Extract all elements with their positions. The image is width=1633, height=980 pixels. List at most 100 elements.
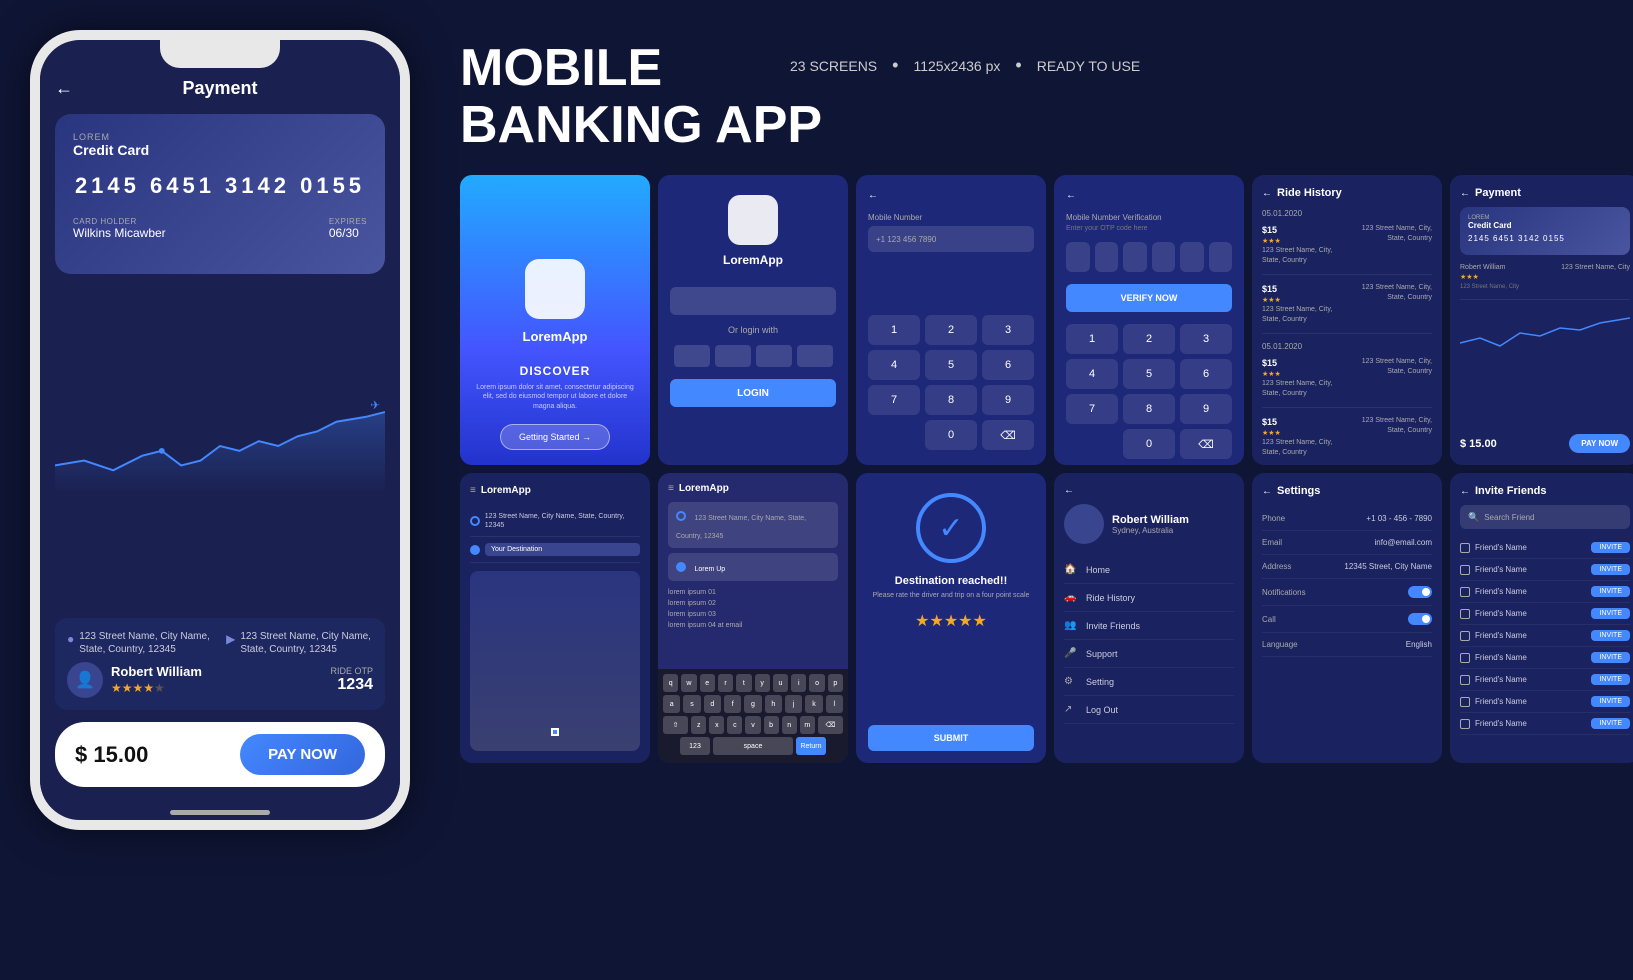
list-to-row[interactable]: Your Destination bbox=[470, 537, 640, 563]
menu-support[interactable]: 🎤 Support bbox=[1064, 640, 1234, 668]
invite-btn-6[interactable]: INVITE bbox=[1591, 652, 1630, 663]
menu-home[interactable]: 🏠 Home bbox=[1064, 556, 1234, 584]
invite-btn-1[interactable]: INVITE bbox=[1591, 542, 1630, 553]
otp-box-4[interactable] bbox=[1152, 242, 1176, 272]
v-numpad-8[interactable]: 8 bbox=[1123, 394, 1175, 424]
invite-back[interactable]: ← bbox=[1460, 486, 1470, 497]
mobile-input[interactable]: +1 123 456 7890 bbox=[868, 226, 1034, 252]
key-t[interactable]: t bbox=[736, 674, 751, 692]
v-numpad-7[interactable]: 7 bbox=[1066, 394, 1118, 424]
suggestion-3[interactable]: lorem ipsum 03 bbox=[668, 611, 838, 618]
invite-btn-7[interactable]: INVITE bbox=[1591, 674, 1630, 685]
login-button[interactable]: LOGIN bbox=[670, 379, 836, 407]
menu-setting[interactable]: ⚙ Setting bbox=[1064, 668, 1234, 696]
verify-button[interactable]: VERIFY NOW bbox=[1066, 284, 1232, 312]
key-e[interactable]: e bbox=[700, 674, 715, 692]
mini-pay-button[interactable]: PAY NOW bbox=[1569, 434, 1630, 453]
key-p[interactable]: p bbox=[828, 674, 843, 692]
ride-history-back[interactable]: ← bbox=[1262, 188, 1272, 199]
friend-6-checkbox[interactable] bbox=[1460, 653, 1470, 663]
social-btn-3[interactable] bbox=[756, 345, 792, 367]
numpad-3[interactable]: 3 bbox=[982, 315, 1034, 345]
friend-2-checkbox[interactable] bbox=[1460, 565, 1470, 575]
social-btn-2[interactable] bbox=[715, 345, 751, 367]
numpad-9[interactable]: 9 bbox=[982, 385, 1034, 415]
map-kb-hamburger[interactable]: ≡ bbox=[668, 483, 674, 494]
menu-ride-history[interactable]: 🚗 Ride History bbox=[1064, 584, 1234, 612]
key-s[interactable]: s bbox=[683, 695, 700, 713]
key-a[interactable]: a bbox=[663, 695, 680, 713]
key-i[interactable]: i bbox=[791, 674, 806, 692]
numpad-5[interactable]: 5 bbox=[925, 350, 977, 380]
key-123[interactable]: 123 bbox=[680, 737, 710, 755]
numpad-6[interactable]: 6 bbox=[982, 350, 1034, 380]
social-btn-1[interactable] bbox=[674, 345, 710, 367]
v-numpad-6[interactable]: 6 bbox=[1180, 359, 1232, 389]
call-toggle[interactable] bbox=[1408, 613, 1432, 625]
otp-box-1[interactable] bbox=[1066, 242, 1090, 272]
v-numpad-5[interactable]: 5 bbox=[1123, 359, 1175, 389]
key-space[interactable]: space bbox=[713, 737, 793, 755]
key-h[interactable]: h bbox=[765, 695, 782, 713]
invite-btn-5[interactable]: INVITE bbox=[1591, 630, 1630, 641]
key-k[interactable]: k bbox=[805, 695, 822, 713]
friend-4-checkbox[interactable] bbox=[1460, 609, 1470, 619]
key-m[interactable]: m bbox=[800, 716, 815, 734]
v-numpad-backspace[interactable]: ⌫ bbox=[1180, 429, 1232, 459]
key-v[interactable]: v bbox=[745, 716, 760, 734]
v-numpad-3[interactable]: 3 bbox=[1180, 324, 1232, 354]
v-numpad-2[interactable]: 2 bbox=[1123, 324, 1175, 354]
key-return[interactable]: Return bbox=[796, 737, 826, 755]
numpad-4[interactable]: 4 bbox=[868, 350, 920, 380]
friend-9-checkbox[interactable] bbox=[1460, 719, 1470, 729]
key-backspace[interactable]: ⌫ bbox=[818, 716, 843, 734]
social-btn-4[interactable] bbox=[797, 345, 833, 367]
numpad-7[interactable]: 7 bbox=[868, 385, 920, 415]
notifications-toggle[interactable] bbox=[1408, 586, 1432, 598]
invite-btn-8[interactable]: INVITE bbox=[1591, 696, 1630, 707]
key-r[interactable]: r bbox=[718, 674, 733, 692]
otp-box-3[interactable] bbox=[1123, 242, 1147, 272]
key-w[interactable]: w bbox=[681, 674, 696, 692]
invite-btn-2[interactable]: INVITE bbox=[1591, 564, 1630, 575]
key-n[interactable]: n bbox=[782, 716, 797, 734]
map-kb-from[interactable]: 123 Street Name, City Name, State, Count… bbox=[668, 502, 838, 548]
back-button[interactable]: ← bbox=[55, 78, 73, 99]
numpad-1[interactable]: 1 bbox=[868, 315, 920, 345]
numpad-2[interactable]: 2 bbox=[925, 315, 977, 345]
invite-btn-9[interactable]: INVITE bbox=[1591, 718, 1630, 729]
invite-btn-3[interactable]: INVITE bbox=[1591, 586, 1630, 597]
key-o[interactable]: o bbox=[809, 674, 824, 692]
key-d[interactable]: d bbox=[704, 695, 721, 713]
friend-5-checkbox[interactable] bbox=[1460, 631, 1470, 641]
list-from-row[interactable]: 123 Street Name, City Name, State, Count… bbox=[470, 506, 640, 537]
friend-7-checkbox[interactable] bbox=[1460, 675, 1470, 685]
friend-8-checkbox[interactable] bbox=[1460, 697, 1470, 707]
key-l[interactable]: l bbox=[826, 695, 843, 713]
login-phone-input[interactable] bbox=[670, 287, 836, 315]
key-q[interactable]: q bbox=[663, 674, 678, 692]
key-g[interactable]: g bbox=[744, 695, 761, 713]
key-x[interactable]: x bbox=[709, 716, 724, 734]
splash-button[interactable]: Getting Started → bbox=[500, 424, 610, 450]
v-numpad-1[interactable]: 1 bbox=[1066, 324, 1118, 354]
numpad-0[interactable]: 0 bbox=[925, 420, 977, 450]
payment-back[interactable]: ← bbox=[1460, 188, 1470, 199]
friend-search-bar[interactable]: 🔍 Search Friend bbox=[1460, 505, 1630, 529]
key-j[interactable]: j bbox=[785, 695, 802, 713]
invite-btn-4[interactable]: INVITE bbox=[1591, 608, 1630, 619]
phone-otp-back[interactable]: ← bbox=[868, 190, 1034, 201]
map-kb-to[interactable]: Lorem Up bbox=[668, 553, 838, 581]
key-u[interactable]: u bbox=[773, 674, 788, 692]
submit-button[interactable]: SUBMIT bbox=[868, 725, 1034, 751]
pay-now-button[interactable]: PAY NOW bbox=[240, 734, 365, 775]
otp-box-2[interactable] bbox=[1095, 242, 1119, 272]
menu-invite-friends[interactable]: 👥 Invite Friends bbox=[1064, 612, 1234, 640]
friend-1-checkbox[interactable] bbox=[1460, 543, 1470, 553]
v-numpad-0[interactable]: 0 bbox=[1123, 429, 1175, 459]
hamburger-icon[interactable]: ≡ bbox=[470, 485, 476, 496]
suggestion-2[interactable]: lorem ipsum 02 bbox=[668, 600, 838, 607]
key-shift[interactable]: ⇧ bbox=[663, 716, 688, 734]
otp-box-6[interactable] bbox=[1209, 242, 1233, 272]
key-y[interactable]: y bbox=[755, 674, 770, 692]
